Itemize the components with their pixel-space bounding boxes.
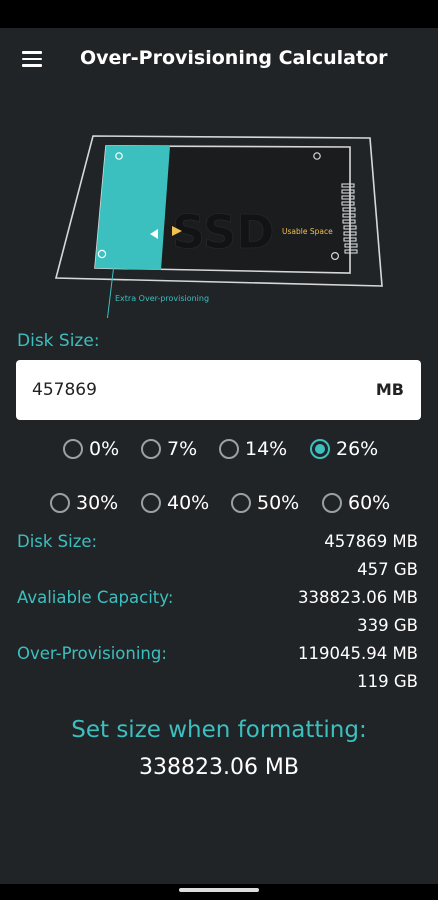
result-available-gb: 339 GB <box>357 616 418 635</box>
disk-size-input[interactable] <box>32 360 352 420</box>
result-available-label: Avaliable Capacity: <box>17 588 174 607</box>
result-disk-size-gb: 457 GB <box>357 560 418 579</box>
status-bar <box>0 0 438 28</box>
toolbar: Over-Provisioning Calculator <box>0 28 438 90</box>
radio-circle-icon <box>322 493 342 513</box>
result-op-mb: 119045.94 MB <box>297 644 418 663</box>
radio-circle-icon <box>219 439 239 459</box>
ssd-text: SSD <box>172 205 274 259</box>
radio-0-percent[interactable]: 0% <box>63 434 119 464</box>
percent-row-2: 30% 40% 50% 60% <box>0 488 438 518</box>
result-op-gb: 119 GB <box>357 672 418 691</box>
disk-size-field[interactable]: MB <box>16 360 421 420</box>
radio-14-percent[interactable]: 14% <box>219 434 287 464</box>
home-gesture-pill[interactable] <box>179 888 259 892</box>
result-disk-size-label: Disk Size: <box>17 532 98 551</box>
percent-row-1: 0% 7% 14% 26% <box>0 434 438 464</box>
format-size-title: Set size when formatting: <box>71 717 367 743</box>
overprovision-region <box>95 146 170 270</box>
radio-40-percent[interactable]: 40% <box>141 488 209 518</box>
radio-30-percent[interactable]: 30% <box>50 488 118 518</box>
radio-circle-icon <box>63 439 83 459</box>
disk-size-label: Disk Size: <box>17 331 100 351</box>
app-screen: Over-Provisioning Calculator SSD Usable … <box>0 28 438 884</box>
radio-26-percent[interactable]: 26% <box>310 434 378 464</box>
page-title: Over-Provisioning Calculator <box>80 47 388 69</box>
format-size-value: 338823.06 MB <box>138 755 300 780</box>
ssd-illustration: SSD Usable Space <box>54 135 383 318</box>
radio-50-percent[interactable]: 50% <box>231 488 299 518</box>
result-available-mb: 338823.06 MB <box>297 588 418 607</box>
navigation-bar <box>0 884 438 900</box>
radio-circle-icon <box>231 493 251 513</box>
usable-space-label: Usable Space <box>282 227 333 236</box>
unit-label: MB <box>375 380 404 399</box>
result-disk-size-mb: 457869 MB <box>324 532 418 551</box>
radio-7-percent[interactable]: 7% <box>141 434 197 464</box>
radio-circle-icon <box>141 439 161 459</box>
radio-checked-icon <box>310 439 330 459</box>
radio-circle-icon <box>141 493 161 513</box>
radio-60-percent[interactable]: 60% <box>322 488 390 518</box>
extra-overprovisioning-label: Extra Over-provisioning <box>115 294 210 303</box>
hamburger-menu-icon[interactable] <box>22 51 42 67</box>
result-op-label: Over-Provisioning: <box>17 644 167 663</box>
radio-circle-icon <box>50 493 70 513</box>
